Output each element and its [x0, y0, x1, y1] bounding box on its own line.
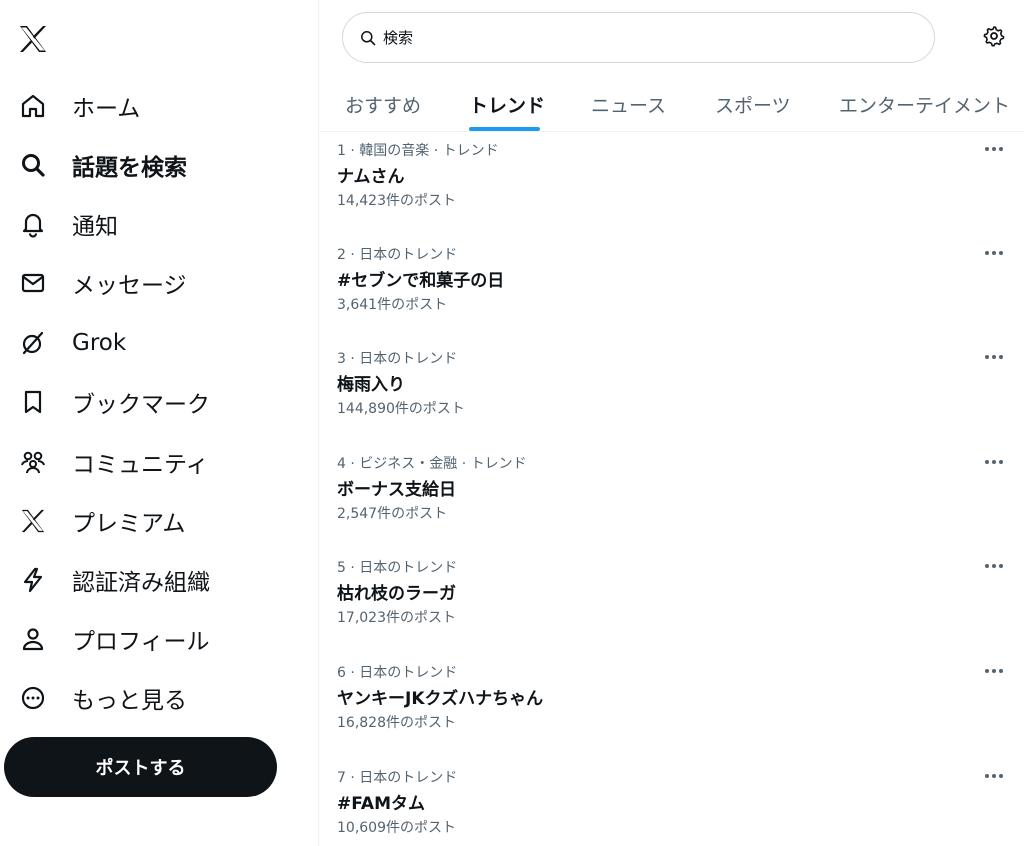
sidebar-item-label: プレミアム [72, 511, 186, 537]
trend-more-button[interactable] [983, 769, 1005, 783]
trend-more-button[interactable] [983, 246, 1005, 260]
search-icon [19, 151, 47, 179]
trend-item[interactable]: 4 · ビジネス・金融 · トレンド ボーナス支給日 2,547件のポスト [319, 453, 1024, 557]
sidebar-item-notifications[interactable]: 通知 [0, 199, 300, 249]
trend-title: ヤンキーJKクズハナちゃん [337, 689, 544, 709]
sidebar-item-communities[interactable]: コミュニティ [0, 437, 300, 487]
trend-more-button[interactable] [983, 350, 1005, 364]
trend-meta: 6 · 日本のトレンド [337, 665, 458, 681]
more-dots-icon [985, 564, 1003, 568]
search-input[interactable] [381, 23, 901, 53]
trend-title: #セブンで和菓子の日 [337, 271, 505, 291]
more-dots-icon [985, 460, 1003, 464]
sidebar-item-label: ホーム [72, 96, 141, 122]
tab-for-you[interactable]: おすすめ [345, 78, 421, 131]
trend-item[interactable]: 1 · 韓国の音楽 · トレンド ナムさん 14,423件のポスト [319, 140, 1024, 244]
active-tab-indicator [469, 127, 540, 131]
tab-sports[interactable]: スポーツ [715, 78, 791, 131]
sidebar-item-messages[interactable]: メッセージ [0, 258, 300, 308]
search-icon [360, 30, 376, 46]
sidebar: ホーム 話題を検索 通知 メッセージ Grok ブックマーク コミュニティ プレ… [0, 0, 318, 846]
tab-trending[interactable]: トレンド [469, 78, 545, 131]
sidebar-item-premium[interactable]: プレミアム [0, 496, 300, 546]
search-box[interactable] [342, 12, 935, 63]
post-button[interactable]: ポストする [4, 737, 277, 797]
trend-item[interactable]: 7 · 日本のトレンド #FAMタム 10,609件のポスト [319, 767, 1024, 846]
trend-post-count: 17,023件のポスト [337, 610, 456, 626]
trend-item[interactable]: 3 · 日本のトレンド 梅雨入り 144,890件のポスト [319, 348, 1024, 452]
trend-title: ナムさん [337, 167, 405, 187]
more-dots-icon [985, 355, 1003, 359]
sidebar-item-label: 話題を検索 [72, 155, 187, 181]
trend-meta: 3 · 日本のトレンド [337, 351, 458, 367]
settings-button[interactable] [980, 24, 1008, 52]
trend-post-count: 3,641件のポスト [337, 297, 448, 313]
sidebar-item-bookmarks[interactable]: ブックマーク [0, 377, 300, 427]
trend-more-button[interactable] [983, 559, 1005, 573]
explore-tabs: おすすめ トレンド ニュース スポーツ エンターテイメント [319, 78, 1024, 132]
bookmark-icon [19, 388, 47, 416]
profile-icon [19, 625, 47, 653]
trend-title: #FAMタム [337, 794, 425, 814]
sidebar-item-explore[interactable]: 話題を検索 [0, 140, 300, 190]
sidebar-item-more[interactable]: もっと見る [0, 673, 300, 723]
tab-entertainment[interactable]: エンターテイメント [839, 78, 1010, 131]
trend-meta: 2 · 日本のトレンド [337, 247, 458, 263]
sidebar-item-profile[interactable]: プロフィール [0, 614, 300, 664]
app: ホーム 話題を検索 通知 メッセージ Grok ブックマーク コミュニティ プレ… [0, 0, 1024, 846]
x-logo-icon[interactable] [16, 22, 50, 56]
sidebar-item-label: ブックマーク [72, 392, 210, 418]
trend-meta: 4 · ビジネス・金融 · トレンド [337, 456, 527, 472]
more-dots-icon [985, 147, 1003, 151]
trend-title: 梅雨入り [337, 375, 405, 395]
home-icon [19, 92, 47, 120]
sidebar-item-verified-orgs[interactable]: 認証済み組織 [0, 555, 300, 605]
sidebar-item-label: 認証済み組織 [72, 570, 210, 596]
trend-more-button[interactable] [983, 142, 1005, 156]
more-dots-icon [985, 669, 1003, 673]
x-premium-icon [19, 507, 47, 535]
sidebar-item-label: プロフィール [72, 629, 210, 655]
tab-news[interactable]: ニュース [591, 78, 666, 131]
more-dots-icon [985, 774, 1003, 778]
more-circle-icon [19, 684, 47, 712]
bell-icon [19, 210, 47, 238]
lightning-icon [19, 566, 47, 594]
trend-post-count: 10,609件のポスト [337, 820, 456, 836]
sidebar-item-label: 通知 [72, 214, 118, 240]
trend-meta: 7 · 日本のトレンド [337, 770, 458, 786]
trend-post-count: 16,828件のポスト [337, 715, 456, 731]
trend-item[interactable]: 5 · 日本のトレンド 枯れ枝のラーガ 17,023件のポスト [319, 557, 1024, 661]
grok-icon [19, 329, 47, 357]
sidebar-item-label: Grok [72, 330, 127, 356]
trend-item[interactable]: 6 · 日本のトレンド ヤンキーJKクズハナちゃん 16,828件のポスト [319, 662, 1024, 766]
mail-icon [19, 269, 47, 297]
sidebar-item-label: メッセージ [72, 273, 187, 299]
trend-post-count: 14,423件のポスト [337, 193, 456, 209]
trend-post-count: 2,547件のポスト [337, 506, 448, 522]
communities-icon [19, 448, 47, 476]
more-dots-icon [985, 251, 1003, 255]
trend-title: 枯れ枝のラーガ [337, 584, 456, 604]
trend-title: ボーナス支給日 [337, 480, 456, 500]
sidebar-item-grok[interactable]: Grok [0, 318, 300, 368]
sidebar-item-home[interactable]: ホーム [0, 81, 300, 131]
gear-icon [983, 25, 1005, 51]
trend-more-button[interactable] [983, 455, 1005, 469]
trend-post-count: 144,890件のポスト [337, 401, 465, 417]
sidebar-item-label: もっと見る [72, 688, 187, 714]
sidebar-item-label: コミュニティ [72, 452, 209, 478]
trend-item[interactable]: 2 · 日本のトレンド #セブンで和菓子の日 3,641件のポスト [319, 244, 1024, 348]
trend-meta: 5 · 日本のトレンド [337, 560, 458, 576]
trend-more-button[interactable] [983, 664, 1005, 678]
trend-meta: 1 · 韓国の音楽 · トレンド [337, 143, 499, 159]
